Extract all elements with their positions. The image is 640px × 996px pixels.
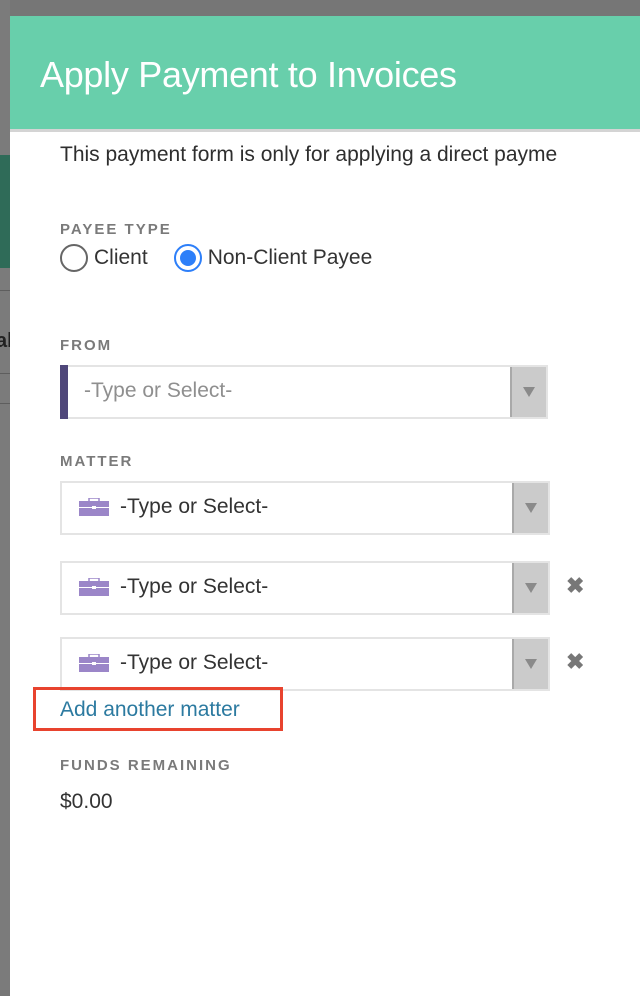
briefcase-icon xyxy=(79,498,109,516)
client-radio-label: Client xyxy=(94,246,148,269)
payee-type-client-option[interactable]: Client xyxy=(60,244,148,272)
matter-dropdown-arrow-icon[interactable] xyxy=(512,639,548,689)
background-page xyxy=(0,0,10,990)
briefcase-icon xyxy=(79,654,109,672)
remove-matter-3-icon[interactable]: ✖ xyxy=(566,649,584,675)
matter-select-1[interactable]: -Type or Select- xyxy=(60,481,550,535)
matter-dropdown-arrow-icon[interactable] xyxy=(512,563,548,613)
funds-remaining-label: FUNDS REMAINING xyxy=(60,757,232,774)
add-another-matter-link[interactable]: Add another matter xyxy=(60,698,240,722)
matter-dropdown-arrow-icon[interactable] xyxy=(512,483,548,533)
matter-select-3[interactable]: -Type or Select- xyxy=(60,637,550,691)
payee-type-label: PAYEE TYPE xyxy=(60,221,172,238)
from-dropdown-arrow-icon[interactable] xyxy=(510,367,546,417)
non-client-payee-radio-label: Non-Client Payee xyxy=(207,246,373,269)
matter-label: MATTER xyxy=(60,453,134,470)
add-another-matter-highlight: Add another matter xyxy=(33,687,283,731)
funds-remaining-value: $0.00 xyxy=(60,790,113,813)
from-select-accent xyxy=(60,365,68,419)
background-header-band xyxy=(0,155,10,268)
from-select[interactable]: -Type or Select- xyxy=(60,365,548,419)
remove-matter-2-icon[interactable]: ✖ xyxy=(566,573,584,599)
payee-type-radio-group: Client Non-Client Payee xyxy=(60,244,398,272)
from-label: FROM xyxy=(60,337,113,354)
intro-text: This payment form is only for applying a… xyxy=(60,143,558,166)
background-divider xyxy=(0,403,10,404)
background-divider xyxy=(0,290,10,291)
briefcase-icon xyxy=(79,578,109,596)
matter-select-placeholder: -Type or Select- xyxy=(120,495,269,518)
modal-title: Apply Payment to Invoices xyxy=(40,54,457,95)
matter-select-2[interactable]: -Type or Select- xyxy=(60,561,550,615)
matter-select-placeholder: -Type or Select- xyxy=(120,651,269,674)
from-select-placeholder: -Type or Select- xyxy=(84,379,233,402)
payee-type-non-client-option[interactable]: Non-Client Payee xyxy=(173,244,373,272)
client-radio[interactable] xyxy=(60,244,88,272)
matter-select-placeholder: -Type or Select- xyxy=(120,575,269,598)
non-client-payee-radio[interactable] xyxy=(173,244,202,272)
background-divider xyxy=(0,373,10,374)
